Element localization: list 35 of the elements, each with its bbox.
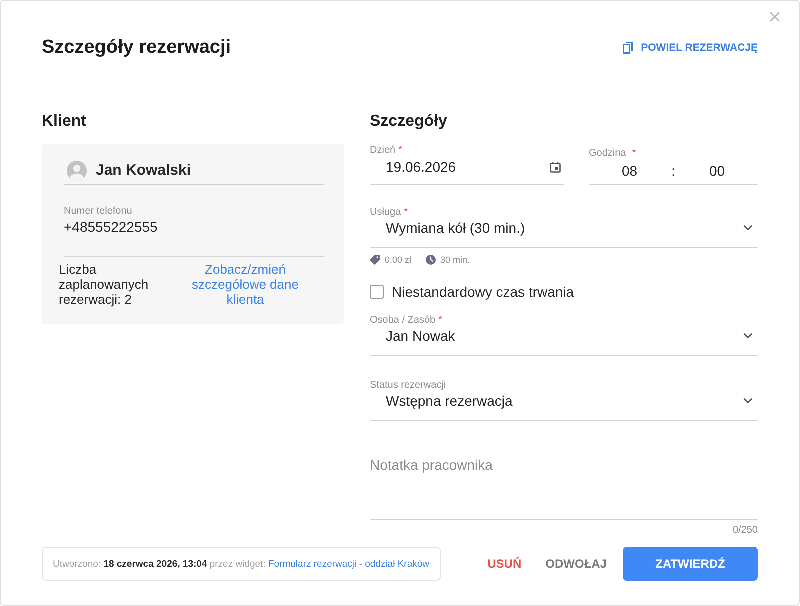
reservation-count: Liczba zaplanowanych rezerwacji: 2: [59, 262, 150, 307]
date-field[interactable]: 19.06.2026: [370, 157, 564, 185]
avatar-icon: [67, 160, 87, 180]
dialog-title: Szczegóły rezerwacji: [42, 36, 232, 60]
tag-icon: [370, 255, 380, 265]
note-field[interactable]: Notatka pracownika: [370, 444, 758, 520]
duration-text: 30 min.: [440, 254, 470, 266]
cancel-button[interactable]: ODWOŁAJ: [538, 547, 615, 581]
section-heading: Szczegóły: [370, 112, 448, 132]
client-details-link[interactable]: Zobacz/zmień szczegółowe dane klienta: [183, 262, 308, 307]
copy-icon: [623, 42, 634, 54]
resource-select[interactable]: Jan Nowak: [370, 327, 758, 356]
clock-icon: [426, 255, 436, 265]
delete-button[interactable]: USUŃ: [480, 547, 530, 581]
price-text: 0,00 zł: [385, 254, 412, 266]
widget-link[interactable]: Formularz rezerwacji - oddział Kraków: [268, 558, 430, 570]
field-label: Godzina *: [589, 148, 638, 160]
confirm-button[interactable]: ZATWIERDŹ: [623, 547, 758, 581]
section-heading: Klient: [42, 112, 88, 132]
phone-number: +48555222555: [64, 218, 159, 236]
service-select[interactable]: Wymiana kół (30 min.): [370, 219, 758, 248]
field-label: Status rezerwacji: [370, 380, 448, 392]
calendar-icon[interactable]: [550, 162, 561, 172]
checkbox[interactable]: [370, 285, 384, 299]
status-select[interactable]: Wstępna rezerwacja: [370, 392, 758, 421]
char-counter: 0/250: [732, 525, 758, 537]
field-label: Osoba / Zasób *: [370, 315, 444, 327]
time-field[interactable]: 08 : 00: [589, 160, 758, 185]
field-label: Dzień *: [370, 145, 404, 157]
checkbox-label: Niestandardowy czas trwania: [392, 284, 574, 300]
client-name: Jan Kowalski: [96, 162, 192, 179]
duplicate-button[interactable]: POWIEL REZERWACJĘ: [623, 42, 758, 54]
created-info: Utworzono: 18 czerwca 2026, 13:04 przez widget: Formularz rezerwacji - oddział Kraków: [53, 558, 430, 570]
field-label: Numer telefonu: [64, 206, 134, 218]
field-label: Usługa *: [370, 207, 410, 219]
